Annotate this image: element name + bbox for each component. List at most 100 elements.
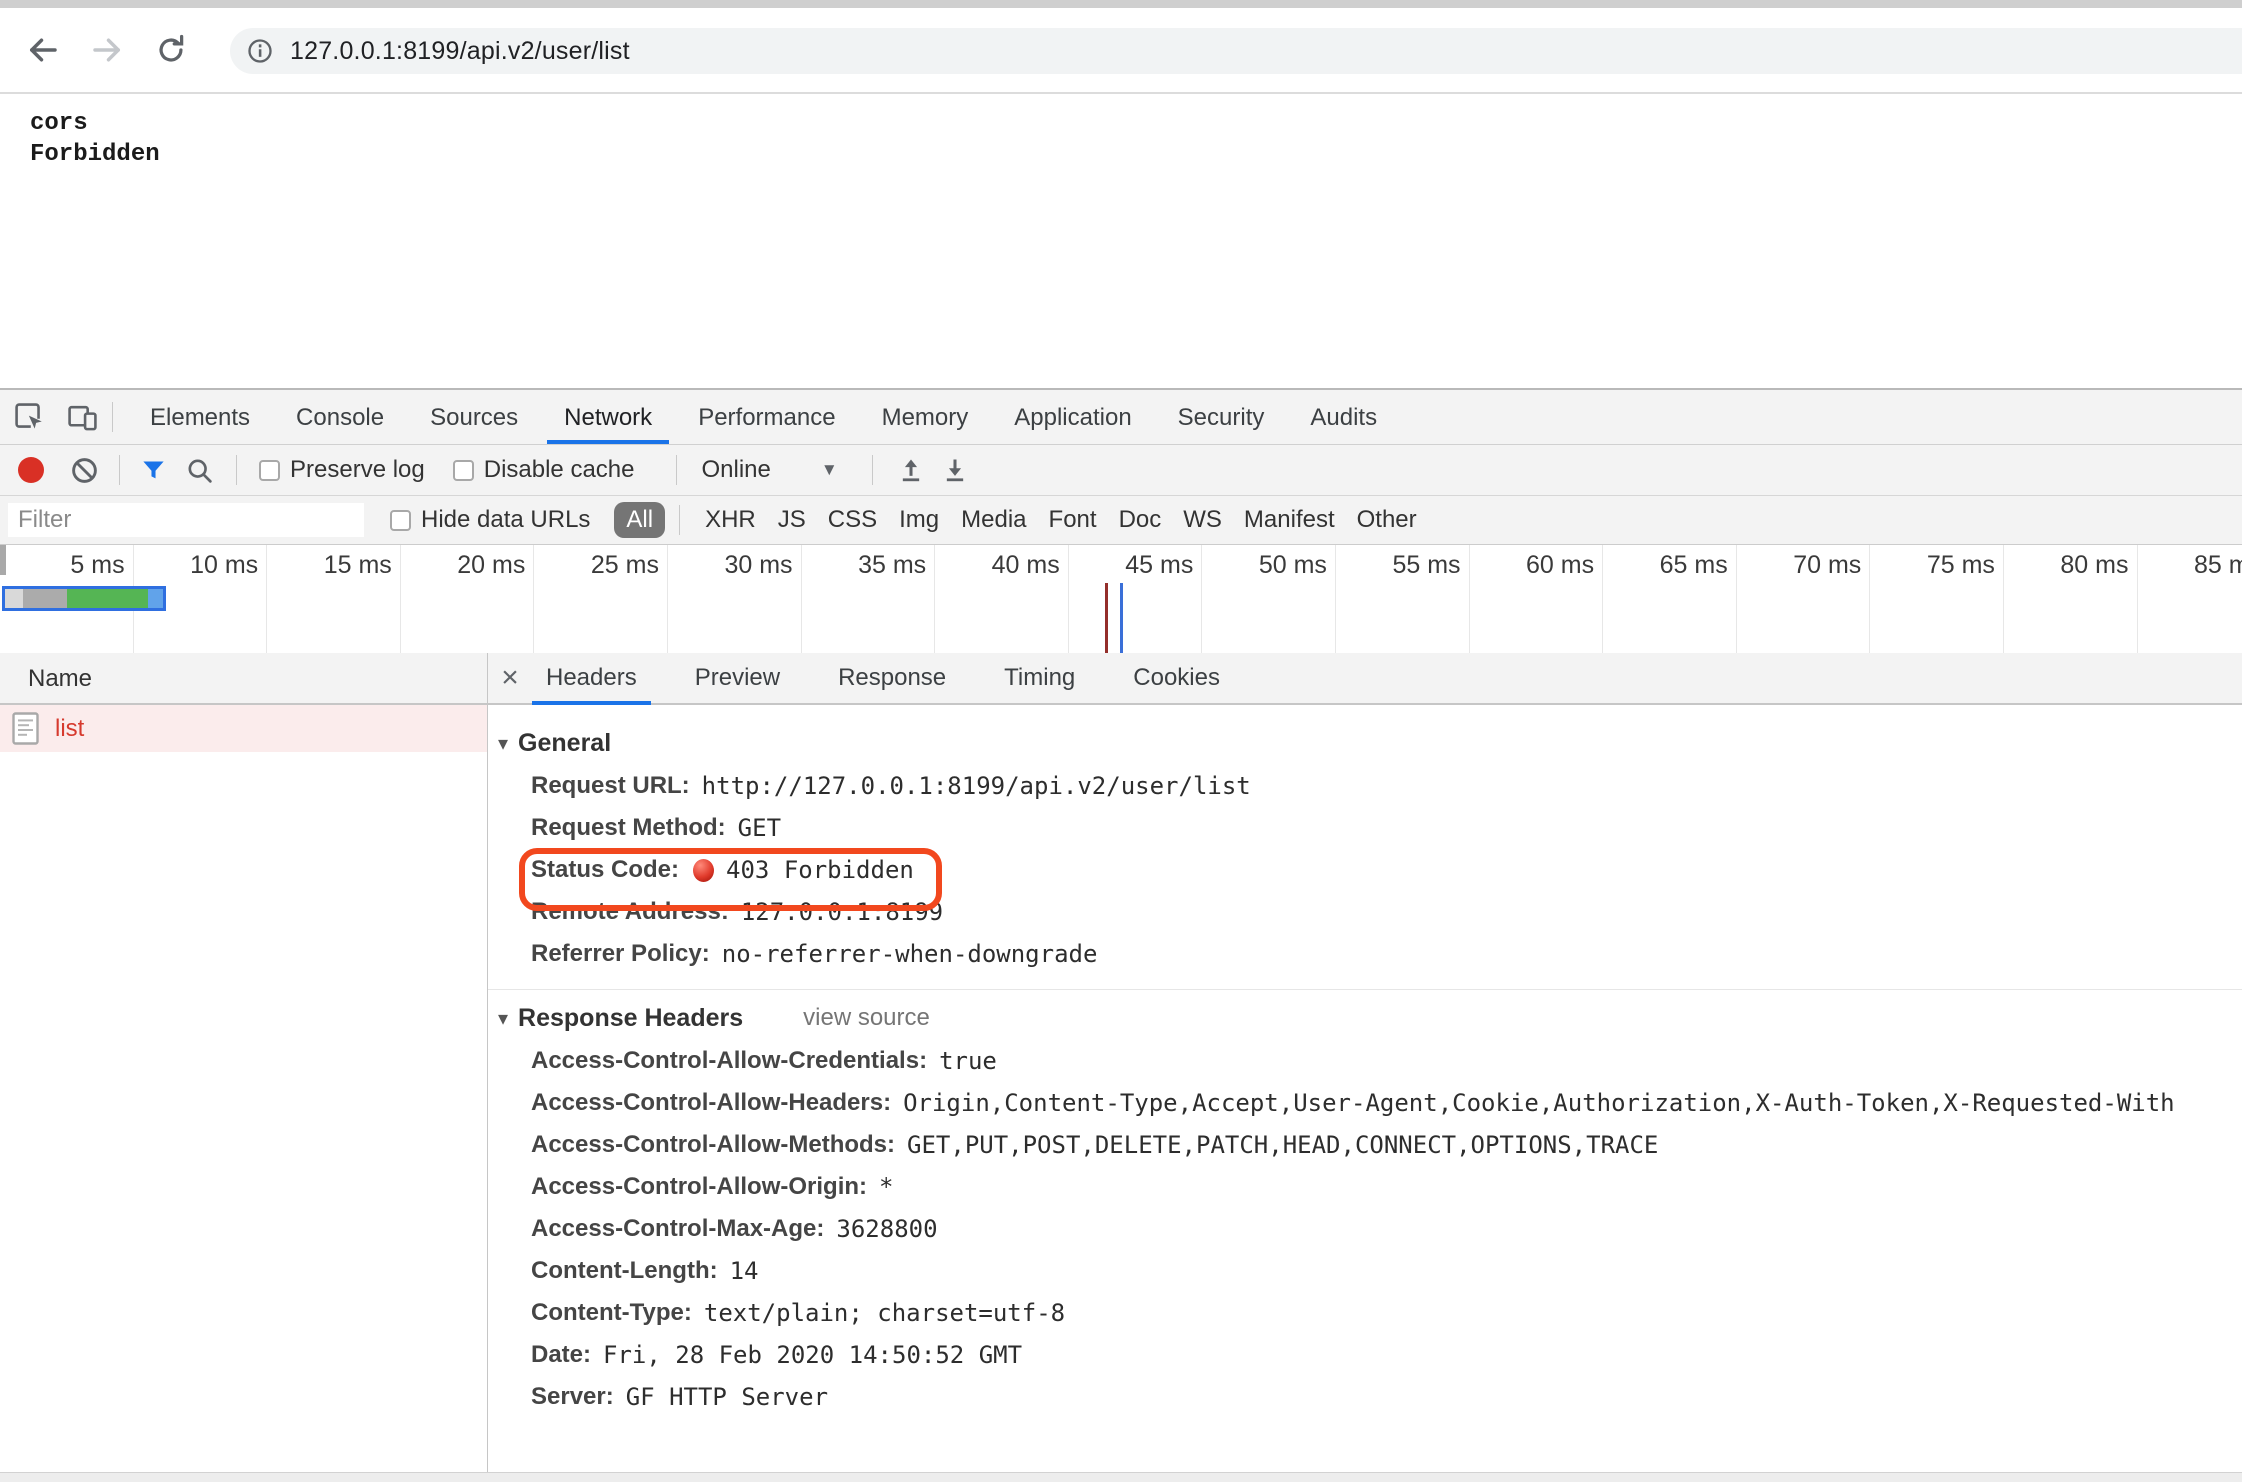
filter-type[interactable]: Doc <box>1108 506 1173 534</box>
devtools-tab[interactable]: Performance <box>675 391 858 444</box>
response-header-rows: Access-Control-Allow-Credentials: true A… <box>488 1040 2242 1418</box>
header-row: Date: Fri, 28 Feb 2020 14:50:52 GMT <box>488 1334 2242 1376</box>
devtools-tab[interactable]: Sources <box>407 391 541 444</box>
download-icon <box>941 456 969 484</box>
filter-type[interactable]: WS <box>1172 506 1233 534</box>
header-label: Status Code: <box>531 856 679 884</box>
address-bar[interactable]: 127.0.0.1:8199/api.v2/user/list <box>230 28 2242 74</box>
devtools-tab[interactable]: Application <box>991 391 1154 444</box>
view-source-link[interactable]: view source <box>803 1004 930 1032</box>
filter-type[interactable]: XHR <box>694 506 767 534</box>
header-row: Access-Control-Allow-Methods: GET,PUT,PO… <box>488 1124 2242 1166</box>
devtools-tab[interactable]: Network <box>541 391 675 444</box>
separator <box>112 402 113 432</box>
devtools-tab[interactable]: Elements <box>127 391 273 444</box>
header-value: 14 <box>730 1257 759 1285</box>
collapse-arrow-icon: ▾ <box>498 731 508 756</box>
header-value: Origin,Content-Type,Accept,User-Agent,Co… <box>903 1089 2175 1117</box>
devtools-panel: Elements Console Sources Network Perform… <box>0 388 2242 1482</box>
response-headers-section: ▾ Response Headers view source Access-Co… <box>488 998 2242 1418</box>
forward-button[interactable] <box>89 32 125 68</box>
bottom-edge <box>0 1472 2242 1482</box>
detail-tab[interactable]: Headers <box>532 653 651 703</box>
name-column-header[interactable]: Name <box>0 653 487 705</box>
detail-tabbar: × Headers Preview Response Timing Cookie… <box>488 653 2242 705</box>
header-label: Access-Control-Allow-Credentials: <box>531 1047 927 1075</box>
section-divider <box>488 989 2242 990</box>
back-button[interactable] <box>25 32 61 68</box>
filter-type[interactable]: Media <box>950 506 1037 534</box>
filter-type[interactable]: Font <box>1038 506 1108 534</box>
device-toolbar-button[interactable] <box>67 402 98 433</box>
header-value: * <box>879 1173 893 1201</box>
general-section-header[interactable]: ▾ General <box>498 723 2242 763</box>
header-row: Request URL: http://127.0.0.1:8199/api.v… <box>488 765 2242 807</box>
detail-tab[interactable]: Timing <box>990 653 1089 703</box>
page-text-line: cors <box>30 108 2242 139</box>
preserve-log-label[interactable]: Preserve log <box>290 456 425 484</box>
header-row: Content-Length: 14 <box>488 1250 2242 1292</box>
throttling-select[interactable]: Online <box>701 456 770 484</box>
separator <box>872 455 873 485</box>
disable-cache-label[interactable]: Disable cache <box>484 456 635 484</box>
detail-tab[interactable]: Response <box>824 653 960 703</box>
devtools-tab[interactable]: Memory <box>859 391 992 444</box>
reload-button[interactable] <box>153 32 189 68</box>
header-label: Access-Control-Allow-Methods: <box>531 1131 895 1159</box>
devtools-tabs: Elements Console Sources Network Perform… <box>127 391 1400 444</box>
general-section: ▾ General Request URL: http://127.0.0.1:… <box>488 723 2242 975</box>
header-label: Access-Control-Allow-Origin: <box>531 1173 867 1201</box>
export-har-button[interactable] <box>941 456 969 484</box>
filter-type-all[interactable]: All <box>614 502 665 538</box>
filter-toggle-button[interactable] <box>140 457 167 484</box>
import-har-button[interactable] <box>897 456 925 484</box>
chevron-down-icon[interactable]: ▼ <box>821 460 838 480</box>
back-arrow-icon <box>25 32 61 68</box>
request-row[interactable]: list <box>0 705 487 752</box>
filter-type[interactable]: Other <box>1346 506 1428 534</box>
response-headers-header[interactable]: ▾ Response Headers view source <box>498 998 2242 1038</box>
page-content: cors Forbidden <box>0 94 2242 390</box>
reload-icon <box>154 33 188 67</box>
disable-cache-checkbox[interactable] <box>453 460 474 481</box>
header-row: Remote Address: 127.0.0.1:8199 <box>488 891 2242 933</box>
filter-type[interactable]: JS <box>767 506 817 534</box>
clear-button[interactable] <box>70 456 99 485</box>
inspect-element-button[interactable] <box>14 402 45 433</box>
record-button[interactable] <box>18 457 44 483</box>
collapse-arrow-icon: ▾ <box>498 1006 508 1031</box>
header-label: Request Method: <box>531 814 726 842</box>
section-title-text: General <box>518 729 611 758</box>
header-label: Content-Type: <box>531 1299 692 1327</box>
filter-type[interactable]: Img <box>888 506 950 534</box>
waterfall-segment-blue <box>148 589 163 608</box>
filter-type[interactable]: Manifest <box>1233 506 1346 534</box>
search-icon <box>185 456 214 485</box>
header-row: Request Method: GET <box>488 807 2242 849</box>
hide-data-urls-checkbox[interactable] <box>390 510 411 531</box>
header-value: text/plain; charset=utf-8 <box>704 1299 1065 1327</box>
separator <box>236 455 237 485</box>
request-overview-bar[interactable] <box>2 586 166 611</box>
status-dot-icon <box>693 859 714 882</box>
waterfall-segment-waiting <box>5 589 23 608</box>
devtools-tabbar: Elements Console Sources Network Perform… <box>0 390 2242 445</box>
detail-tabs: Headers Preview Response Timing Cookies <box>532 653 1264 703</box>
devtools-tab[interactable]: Console <box>273 391 407 444</box>
close-icon[interactable]: × <box>488 661 532 695</box>
devtools-tab[interactable]: Audits <box>1287 391 1400 444</box>
header-label: Access-Control-Allow-Headers: <box>531 1089 891 1117</box>
detail-tab[interactable]: Preview <box>681 653 794 703</box>
separator <box>119 455 120 485</box>
header-row: Status Code: 403 Forbidden <box>488 849 2242 891</box>
filter-type[interactable]: CSS <box>817 506 888 534</box>
devtools-tab[interactable]: Security <box>1155 391 1288 444</box>
filter-input[interactable] <box>8 503 364 537</box>
header-value: GET <box>738 814 781 842</box>
forward-arrow-icon <box>89 32 125 68</box>
hide-data-urls-control[interactable]: Hide data URLs <box>390 506 602 534</box>
header-label: Server: <box>531 1383 614 1411</box>
detail-tab[interactable]: Cookies <box>1119 653 1234 703</box>
preserve-log-checkbox[interactable] <box>259 460 280 481</box>
search-button[interactable] <box>185 456 214 485</box>
